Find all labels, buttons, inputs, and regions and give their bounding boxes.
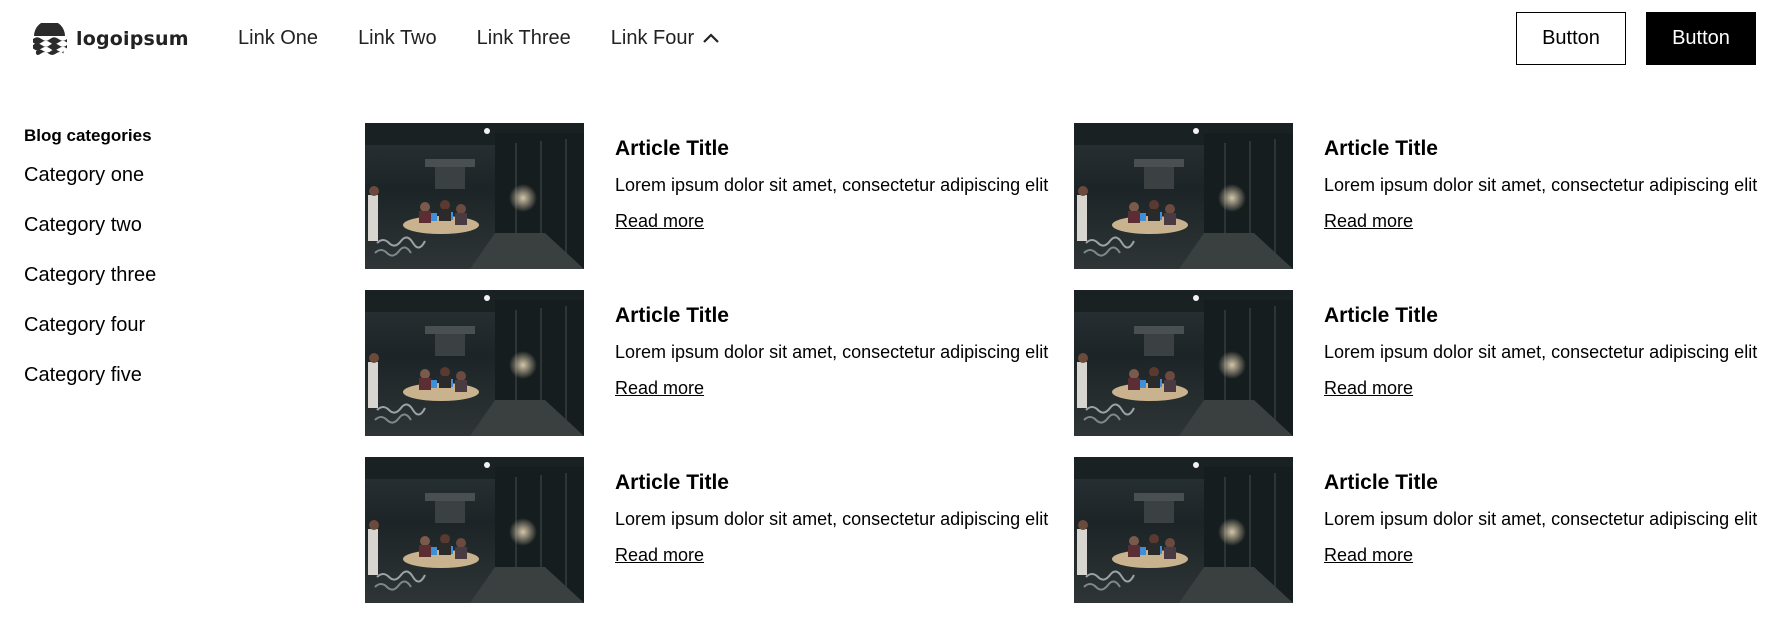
- article-card: Article Title Lorem ipsum dolor sit amet…: [365, 290, 1065, 436]
- article-title[interactable]: Article Title: [615, 136, 1075, 162]
- article-title[interactable]: Article Title: [615, 303, 1075, 329]
- blog-categories-sidebar: Blog categories Category one Category tw…: [24, 126, 284, 413]
- category-link[interactable]: Category two: [24, 213, 284, 237]
- article-excerpt: Lorem ipsum dolor sit amet, consectetur …: [1324, 175, 1758, 195]
- article-title[interactable]: Article Title: [1324, 303, 1784, 329]
- office-meeting-photo: [365, 457, 584, 603]
- category-link[interactable]: Category three: [24, 263, 284, 287]
- article-thumbnail[interactable]: [365, 290, 584, 436]
- article-excerpt: Lorem ipsum dolor sit amet, consectetur …: [615, 175, 1049, 195]
- article-thumbnail[interactable]: [1074, 290, 1293, 436]
- category-link[interactable]: Category four: [24, 313, 284, 337]
- article-card: Article Title Lorem ipsum dolor sit amet…: [365, 457, 1065, 603]
- category-link[interactable]: Category one: [24, 163, 284, 187]
- read-more-link[interactable]: Read more: [1324, 544, 1413, 566]
- office-meeting-photo: [1074, 123, 1293, 269]
- article-card: Article Title Lorem ipsum dolor sit amet…: [365, 123, 1065, 269]
- nav-link-one[interactable]: Link One: [238, 26, 318, 50]
- office-meeting-photo: [1074, 290, 1293, 436]
- office-meeting-photo: [1074, 457, 1293, 603]
- article-card: Article Title Lorem ipsum dolor sit amet…: [1074, 290, 1774, 436]
- primary-button[interactable]: Button: [1646, 12, 1756, 65]
- article-card: Article Title Lorem ipsum dolor sit amet…: [1074, 123, 1774, 269]
- article-excerpt: Lorem ipsum dolor sit amet, consectetur …: [1324, 342, 1758, 362]
- nav-link-two[interactable]: Link Two: [358, 26, 437, 50]
- secondary-button[interactable]: Button: [1516, 12, 1626, 65]
- read-more-link[interactable]: Read more: [615, 377, 704, 399]
- article-thumbnail[interactable]: [365, 123, 584, 269]
- main-nav: Link One Link Two Link Three Link Four: [238, 26, 720, 50]
- read-more-link[interactable]: Read more: [1324, 210, 1413, 232]
- logo-text: logoipsum: [76, 28, 189, 50]
- article-excerpt: Lorem ipsum dolor sit amet, consectetur …: [615, 509, 1049, 529]
- nav-link-three[interactable]: Link Three: [477, 26, 571, 50]
- logo[interactable]: logoipsum: [31, 23, 189, 55]
- article-thumbnail[interactable]: [1074, 457, 1293, 603]
- read-more-link[interactable]: Read more: [615, 210, 704, 232]
- wave-logo-icon: [33, 23, 67, 55]
- office-meeting-photo: [365, 123, 584, 269]
- site-header: logoipsum Link One Link Two Link Three L…: [0, 0, 1788, 78]
- article-title[interactable]: Article Title: [615, 470, 1075, 496]
- read-more-link[interactable]: Read more: [615, 544, 704, 566]
- chevron-up-icon: [703, 33, 719, 43]
- read-more-link[interactable]: Read more: [1324, 377, 1413, 399]
- article-thumbnail[interactable]: [1074, 123, 1293, 269]
- article-title[interactable]: Article Title: [1324, 136, 1784, 162]
- article-card: Article Title Lorem ipsum dolor sit amet…: [1074, 457, 1774, 603]
- office-meeting-photo: [365, 290, 584, 436]
- category-link[interactable]: Category five: [24, 363, 284, 387]
- article-excerpt: Lorem ipsum dolor sit amet, consectetur …: [1324, 509, 1758, 529]
- nav-link-four-dropdown[interactable]: Link Four: [611, 26, 720, 50]
- article-excerpt: Lorem ipsum dolor sit amet, consectetur …: [615, 342, 1049, 362]
- article-thumbnail[interactable]: [365, 457, 584, 603]
- article-title[interactable]: Article Title: [1324, 470, 1784, 496]
- sidebar-title: Blog categories: [24, 126, 152, 145]
- nav-link-four-label: Link Four: [610, 27, 695, 49]
